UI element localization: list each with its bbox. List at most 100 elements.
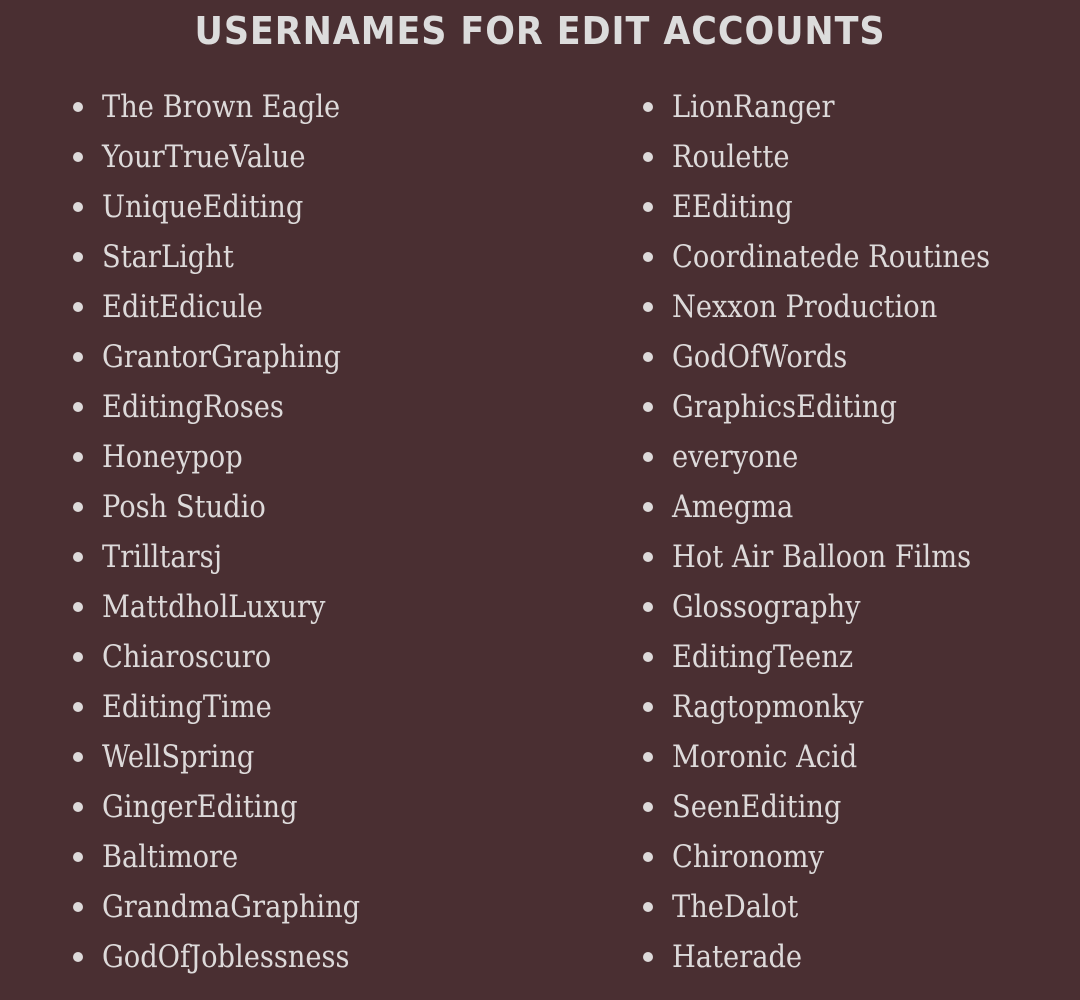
list-item: Baltimore xyxy=(70,832,395,882)
bullet-icon xyxy=(643,452,653,462)
bullet-icon xyxy=(643,852,653,862)
list-item: Nexxon Production xyxy=(640,282,1033,332)
bullet-icon xyxy=(643,252,653,262)
list-item: Moronic Acid xyxy=(640,732,1033,782)
username-label: Baltimore xyxy=(102,839,239,875)
list-item: EditEdicule xyxy=(70,282,395,332)
username-list-right: LionRanger Roulette EEditing Coordinatede R… xyxy=(640,82,1033,982)
username-label: EEditing xyxy=(672,189,793,225)
list-item: GodOfJoblessness xyxy=(70,932,395,982)
username-label: Amegma xyxy=(672,489,794,525)
list-item: Hot Air Balloon Films xyxy=(640,532,1033,582)
username-label: YourTrueValue xyxy=(102,139,306,175)
username-label: GodOfWords xyxy=(672,339,848,375)
bullet-icon xyxy=(73,252,83,262)
list-item: Haterade xyxy=(640,932,1033,982)
username-label: Glossography xyxy=(672,589,861,625)
list-item: GingerEditing xyxy=(70,782,395,832)
bullet-icon xyxy=(73,352,83,362)
bullet-icon xyxy=(73,802,83,812)
bullet-icon xyxy=(643,102,653,112)
username-list-left: The Brown Eagle YourTrueValue UniqueEditin… xyxy=(70,82,395,982)
bullet-icon xyxy=(643,502,653,512)
username-label: Honeypop xyxy=(102,439,243,475)
list-item: Trilltarsj xyxy=(70,532,395,582)
list-item: TheDalot xyxy=(640,882,1033,932)
username-label: Hot Air Balloon Films xyxy=(672,539,972,575)
list-item: GrandmaGraphing xyxy=(70,882,395,932)
bullet-icon xyxy=(73,102,83,112)
bullet-icon xyxy=(643,952,653,962)
list-item: MattdholLuxury xyxy=(70,582,395,632)
bullet-icon xyxy=(643,652,653,662)
username-label: MattdholLuxury xyxy=(102,589,326,625)
username-label: EditingRoses xyxy=(102,389,284,425)
username-label: Moronic Acid xyxy=(672,739,858,775)
bullet-icon xyxy=(643,152,653,162)
username-label: Nexxon Production xyxy=(672,289,938,325)
list-item: StarLight xyxy=(70,232,395,282)
username-label: everyone xyxy=(672,439,799,475)
list-item: Coordinatede Routines xyxy=(640,232,1033,282)
bullet-icon xyxy=(73,152,83,162)
bullet-icon xyxy=(73,652,83,662)
list-item: Chironomy xyxy=(640,832,1033,882)
username-label: Roulette xyxy=(672,139,790,175)
username-label: GodOfJoblessness xyxy=(102,939,350,975)
page-title: Usernames For Edit Accounts xyxy=(194,9,886,53)
list-item: Chiaroscuro xyxy=(70,632,395,682)
bullet-icon xyxy=(73,502,83,512)
list-item: WellSpring xyxy=(70,732,395,782)
list-item: EditingRoses xyxy=(70,382,395,432)
username-label: EditingTime xyxy=(102,689,272,725)
username-label: StarLight xyxy=(102,239,234,275)
list-item: Posh Studio xyxy=(70,482,395,532)
username-label: GrandmaGraphing xyxy=(102,889,361,925)
username-label: TheDalot xyxy=(672,889,799,925)
list-item: Glossography xyxy=(640,582,1033,632)
bullet-icon xyxy=(73,402,83,412)
username-label: Trilltarsj xyxy=(102,539,223,575)
bullet-icon xyxy=(643,602,653,612)
bullet-icon xyxy=(643,702,653,712)
list-item: The Brown Eagle xyxy=(70,82,395,132)
list-item: Amegma xyxy=(640,482,1033,532)
username-label: The Brown Eagle xyxy=(102,89,341,125)
bullet-icon xyxy=(73,602,83,612)
list-item: GraphicsEditing xyxy=(640,382,1033,432)
bullet-icon xyxy=(643,902,653,912)
list-item: EEditing xyxy=(640,182,1033,232)
username-label: Haterade xyxy=(672,939,803,975)
bullet-icon xyxy=(73,302,83,312)
bullet-icon xyxy=(643,302,653,312)
username-label: WellSpring xyxy=(102,739,255,775)
username-label: LionRanger xyxy=(672,89,835,125)
list-item: EditingTime xyxy=(70,682,395,732)
username-label: GraphicsEditing xyxy=(672,389,897,425)
list-item: everyone xyxy=(640,432,1033,482)
bullet-icon xyxy=(73,752,83,762)
username-label: Chiaroscuro xyxy=(102,639,272,675)
list-item: GodOfWords xyxy=(640,332,1033,382)
username-label: SeenEditing xyxy=(672,789,842,825)
username-label: GrantorGraphing xyxy=(102,339,341,375)
bullet-icon xyxy=(643,552,653,562)
bullet-icon xyxy=(643,402,653,412)
list-item: Roulette xyxy=(640,132,1033,182)
bullet-icon xyxy=(73,452,83,462)
bullet-icon xyxy=(643,802,653,812)
bullet-icon xyxy=(73,852,83,862)
list-item: Honeypop xyxy=(70,432,395,482)
bullet-icon xyxy=(73,952,83,962)
bullet-icon xyxy=(643,752,653,762)
bullet-icon xyxy=(73,902,83,912)
bullet-icon xyxy=(73,552,83,562)
username-label: UniqueEditing xyxy=(102,189,304,225)
list-item: LionRanger xyxy=(640,82,1033,132)
list-item: EditingTeenz xyxy=(640,632,1033,682)
bullet-icon xyxy=(643,352,653,362)
list-item: Ragtopmonky xyxy=(640,682,1033,732)
list-item: UniqueEditing xyxy=(70,182,395,232)
bullet-icon xyxy=(643,202,653,212)
bullet-icon xyxy=(73,702,83,712)
